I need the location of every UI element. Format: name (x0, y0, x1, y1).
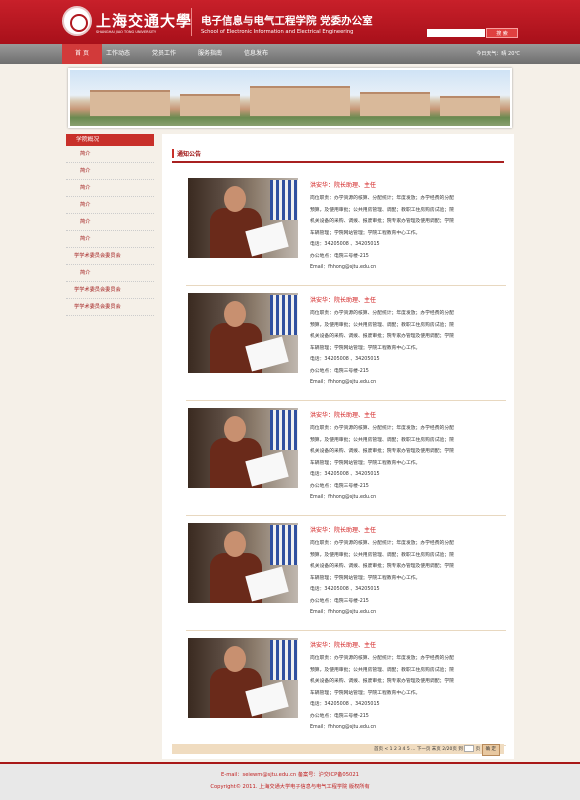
footer (0, 762, 580, 800)
footer-divider (0, 762, 580, 764)
staff-office: 办公地点：电院三号楼-215 (310, 598, 369, 604)
sidebar-item[interactable]: 简介 (66, 265, 154, 282)
staff-duties: 车辆管理；学院网站管理；学院工程教育中心工作。 (310, 575, 421, 581)
staff-email[interactable]: Email：fhhong@sjtu.edu.cn (310, 262, 506, 274)
staff-duties: 岗位职责：办学资源的核算、分配统计；年度发放；办学经费的分配 (310, 196, 454, 201)
staff-duties: 机关设备的采购、调拨、报废审批；院专家办管理及使用调配；学院 (310, 334, 454, 339)
staff-phone: 电话：34205008 、34205015 (310, 587, 380, 592)
staff-photo[interactable] (188, 638, 298, 718)
staff-entry: 洪安华：院长助理、主任 岗位职责：办学资源的核算、分配统计；年度发放；办学经费的… (186, 404, 506, 516)
staff-duties: 机关设备的采购、调拨、报废审批；院专家办管理及使用调配；学院 (310, 679, 454, 684)
university-seal-icon[interactable] (62, 6, 92, 36)
staff-phone: 电话：34205008 、34205015 (310, 702, 380, 707)
nav-item-service-guide[interactable]: 服务指南 (190, 44, 230, 64)
staff-duties: 预算，及使用审批；公共用房管理、调配；教职工住房购房试验；院 (310, 437, 454, 443)
weather-info: 今日天气：晴 20℃ (476, 51, 520, 57)
staff-duties: 预算，及使用审批；公共用房管理、调配；教职工住房购房试验；院 (310, 552, 454, 558)
staff-office: 办公地点：电院三号楼-215 (310, 713, 369, 719)
section-title: 通知公告 (172, 149, 201, 158)
campus-banner-image (68, 68, 512, 128)
staff-photo[interactable] (188, 523, 298, 603)
nav-item-info-release[interactable]: 信息发布 (236, 44, 276, 64)
staff-duties: 预算，及使用审批；公共用房管理、调配；教职工住房购房试验；院 (310, 322, 454, 328)
sidebar-item-committee[interactable]: 学学术委员会委员会 (66, 282, 154, 299)
staff-duties: 岗位职责：办学资源的核算、分配统计；年度发放；办学经费的分配 (310, 541, 454, 546)
staff-name[interactable]: 洪安华：院长助理、主任 (310, 525, 506, 534)
staff-photo[interactable] (188, 178, 298, 258)
sidebar-item-committee[interactable]: 学学术委员会委员会 (66, 299, 154, 316)
staff-office: 办公地点：电院三号楼-215 (310, 253, 369, 259)
staff-entry: 洪安华：院长助理、主任 岗位职责：办学资源的核算、分配统计；年度发放；办学经费的… (186, 634, 506, 746)
search-input[interactable] (427, 29, 485, 37)
staff-duties: 预算，及使用审批；公共用房管理、调配；教职工住房购房试验；院 (310, 207, 454, 213)
staff-name[interactable]: 洪安华：院长助理、主任 (310, 640, 506, 649)
university-logo-subtitle: SHANGHAI JIAO TONG UNIVERSITY (96, 30, 157, 34)
header-divider (191, 8, 192, 36)
staff-entry: 洪安华：院长助理、主任 岗位职责：办学资源的核算、分配统计；年度发放；办学经费的… (186, 519, 506, 631)
staff-office: 办公地点：电院三号楼-215 (310, 483, 369, 489)
staff-duties: 岗位职责：办学资源的核算、分配统计；年度发放；办学经费的分配 (310, 311, 454, 316)
staff-duties: 岗位职责：办学资源的核算、分配统计；年度发放；办学经费的分配 (310, 656, 454, 661)
school-name-en: School of Electronic Information and Ele… (201, 29, 354, 35)
page-jump-button[interactable]: 确 定 (481, 744, 500, 756)
page-jump-input[interactable] (464, 745, 475, 752)
section-divider (172, 161, 504, 163)
sidebar-item[interactable]: 简介 (66, 214, 154, 231)
nav-item-work-news[interactable]: 工作动态 (98, 44, 138, 64)
staff-email[interactable]: Email：fhhong@sjtu.edu.cn (310, 722, 506, 734)
main-nav: 首 页 工作动态 党员工作 服务指南 信息发布 今日天气：晴 20℃ (0, 44, 580, 64)
staff-email[interactable]: Email：fhhong@sjtu.edu.cn (310, 607, 506, 619)
staff-duties: 机关设备的采购、调拨、报废审批；院专家办管理及使用调配；学院 (310, 449, 454, 454)
staff-duties: 车辆管理；学院网站管理；学院工程教育中心工作。 (310, 345, 421, 351)
staff-entry: 洪安华：院长助理、主任 岗位职责：办学资源的核算、分配统计；年度发放；办学经费的… (186, 289, 506, 401)
staff-photo[interactable] (188, 408, 298, 488)
sidebar-title: 学院概况 (66, 134, 154, 146)
staff-duties: 机关设备的采购、调拨、报废审批；院专家办管理及使用调配；学院 (310, 219, 454, 224)
staff-email[interactable]: Email：fhhong@sjtu.edu.cn (310, 377, 506, 389)
sidebar-item[interactable]: 简介 (66, 231, 154, 248)
staff-entry: 洪安华：院长助理、主任 岗位职责：办学资源的核算、分配统计；年度发放；办学经费的… (186, 174, 506, 286)
sidebar-item[interactable]: 简介 (66, 146, 154, 163)
staff-name[interactable]: 洪安华：院长助理、主任 (310, 295, 506, 304)
nav-item-party-work[interactable]: 党员工作 (144, 44, 184, 64)
site-header: 上海交通大學 SHANGHAI JIAO TONG UNIVERSITY 电子信… (0, 0, 580, 44)
staff-photo[interactable] (188, 293, 298, 373)
page-suffix: 页 (475, 747, 481, 752)
nav-item-home[interactable]: 首 页 (62, 44, 102, 64)
pagination-links[interactable]: 首页 < 1 2 3 4 5 ... 下一页 末页 2/20页 到 (374, 747, 463, 752)
staff-phone: 电话：34205008 、34205015 (310, 357, 380, 362)
footer-contact: E-mail：seiewm@sjtu.edu.cn 备案号：沪交ICP备0502… (221, 772, 359, 778)
staff-office: 办公地点：电院三号楼-215 (310, 368, 369, 374)
staff-duties: 车辆管理；学院网站管理；学院工程教育中心工作。 (310, 230, 421, 236)
staff-duties: 岗位职责：办学资源的核算、分配统计；年度发放；办学经费的分配 (310, 426, 454, 431)
staff-email[interactable]: Email：fhhong@sjtu.edu.cn (310, 492, 506, 504)
search-button[interactable]: 搜 索 (486, 28, 518, 38)
pagination: 首页 < 1 2 3 4 5 ... 下一页 末页 2/20页 到 页 确 定 (172, 744, 504, 756)
sidebar-item[interactable]: 简介 (66, 180, 154, 197)
sidebar-item-committee[interactable]: 学学术委员会委员会 (66, 248, 154, 265)
university-logo-text[interactable]: 上海交通大學 (96, 10, 192, 31)
main-content: 通知公告 洪安华：院长助理、主任 岗位职责：办学资源的核算、分配统计；年度发放；… (162, 134, 514, 759)
staff-name[interactable]: 洪安华：院长助理、主任 (310, 180, 506, 189)
staff-duties: 机关设备的采购、调拨、报废审批；院专家办管理及使用调配；学院 (310, 564, 454, 569)
staff-phone: 电话：34205008 、34205015 (310, 242, 380, 247)
staff-duties: 预算，及使用审批；公共用房管理、调配；教职工住房购房试验；院 (310, 667, 454, 673)
staff-duties: 车辆管理；学院网站管理；学院工程教育中心工作。 (310, 690, 421, 696)
footer-copyright: Copyright© 2011. 上海交通大学电子信息与电气工程学院 版权所有 (210, 784, 370, 790)
sidebar: 学院概况 简介 简介 简介 简介 简介 简介 学学术委员会委员会 简介 学学术委… (66, 134, 154, 316)
staff-duties: 车辆管理；学院网站管理；学院工程教育中心工作。 (310, 460, 421, 466)
sidebar-item[interactable]: 简介 (66, 197, 154, 214)
staff-phone: 电话：34205008 、34205015 (310, 472, 380, 477)
sidebar-item[interactable]: 简介 (66, 163, 154, 180)
school-name-cn: 电子信息与电气工程学院 党委办公室 (201, 15, 373, 27)
staff-name[interactable]: 洪安华：院长助理、主任 (310, 410, 506, 419)
